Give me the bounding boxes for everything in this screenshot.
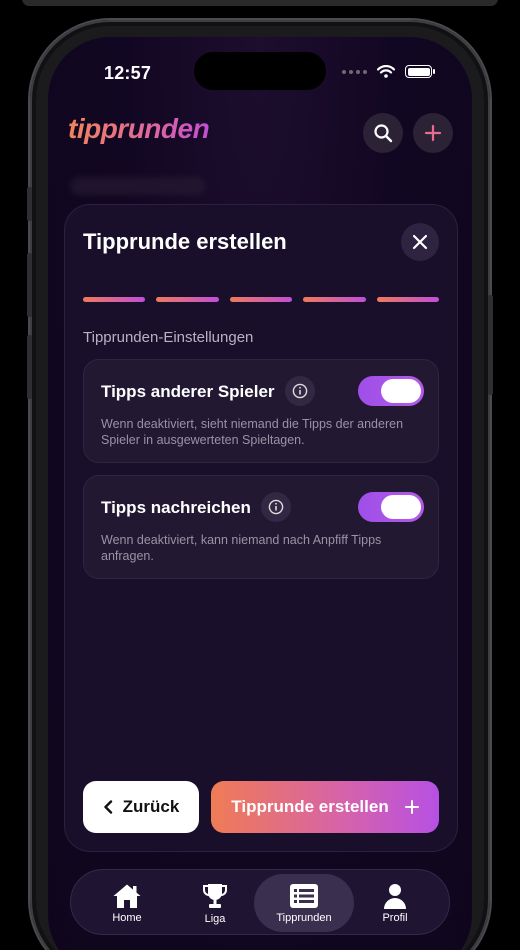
app-screen: 12:57 tipprunden Tipprunde erstellen Tip… [48, 37, 472, 950]
info-icon [268, 499, 284, 515]
create-tipprunde-modal: Tipprunde erstellen Tipprunden-Einstellu… [64, 204, 458, 852]
info-icon [292, 383, 308, 399]
step-progress [83, 297, 440, 302]
status-icons [342, 65, 435, 78]
search-button[interactable] [363, 113, 403, 153]
create-button-label: Tipprunde erstellen [231, 797, 389, 816]
person-icon [384, 883, 406, 909]
tab-label: Tipprunden [276, 911, 332, 924]
list-icon [290, 883, 318, 908]
tab-bar: Home Liga Tipprunden Profil [70, 869, 450, 935]
setting-description: Wenn deaktiviert, kann niemand nach Anpf… [101, 533, 382, 563]
progress-step [376, 297, 440, 302]
dynamic-island [194, 52, 326, 90]
action-button [27, 187, 32, 221]
tab-tipprunden[interactable]: Tipprunden [254, 874, 354, 932]
progress-step [156, 297, 219, 302]
progress-step [229, 297, 293, 302]
home-icon [113, 884, 141, 908]
blurred-background-content [70, 177, 206, 195]
create-tipprunde-button[interactable]: Tipprunde erstellen [211, 781, 439, 833]
plus-icon [424, 124, 442, 142]
setting-description: Wenn deaktiviert, sieht niemand die Tipp… [101, 417, 404, 447]
add-button[interactable] [413, 113, 453, 153]
toggle-switch[interactable] [358, 376, 424, 406]
progress-step [303, 297, 366, 302]
back-button-label: Zurück [122, 797, 180, 816]
tab-liga[interactable]: Liga [165, 874, 265, 932]
volume-down-button [27, 335, 32, 399]
app-logo: tipprunden [68, 113, 210, 144]
wifi-icon [377, 65, 395, 78]
tab-label: Liga [204, 912, 226, 925]
status-time: 12:57 [104, 63, 152, 83]
power-button [488, 295, 493, 395]
setting-card-tipps-nachreichen: Tipps nachreichen Wenn deaktiviert, kann… [83, 475, 439, 579]
chevron-left-icon [103, 800, 112, 814]
close-button[interactable] [401, 223, 439, 261]
battery-icon [405, 65, 435, 78]
toggle-switch[interactable] [358, 492, 424, 522]
trophy-icon [203, 883, 227, 908]
setting-card-tipps-anderer-spieler: Tipps anderer Spieler Wenn deaktiviert, … [83, 359, 439, 463]
search-icon [374, 124, 393, 143]
setting-title: Tipps anderer Spieler [101, 382, 275, 401]
tab-label: Profil [382, 911, 408, 924]
previous-frame-edge [22, 0, 498, 6]
volume-up-button [27, 253, 32, 317]
section-label: Tipprunden-Einstellungen [83, 329, 254, 346]
tab-profil[interactable]: Profil [345, 874, 445, 932]
toggle-knob [381, 495, 421, 519]
toggle-knob [381, 379, 421, 403]
cellular-signal-icon [342, 69, 367, 74]
progress-step [83, 297, 146, 302]
close-icon [412, 234, 428, 250]
info-button[interactable] [285, 376, 315, 406]
plus-icon [404, 800, 419, 814]
setting-title: Tipps nachreichen [101, 498, 251, 517]
tab-label: Home [112, 911, 142, 924]
modal-title: Tipprunde erstellen [83, 229, 287, 254]
back-button[interactable]: Zurück [83, 781, 199, 833]
info-button[interactable] [261, 492, 291, 522]
tab-home[interactable]: Home [77, 874, 177, 932]
